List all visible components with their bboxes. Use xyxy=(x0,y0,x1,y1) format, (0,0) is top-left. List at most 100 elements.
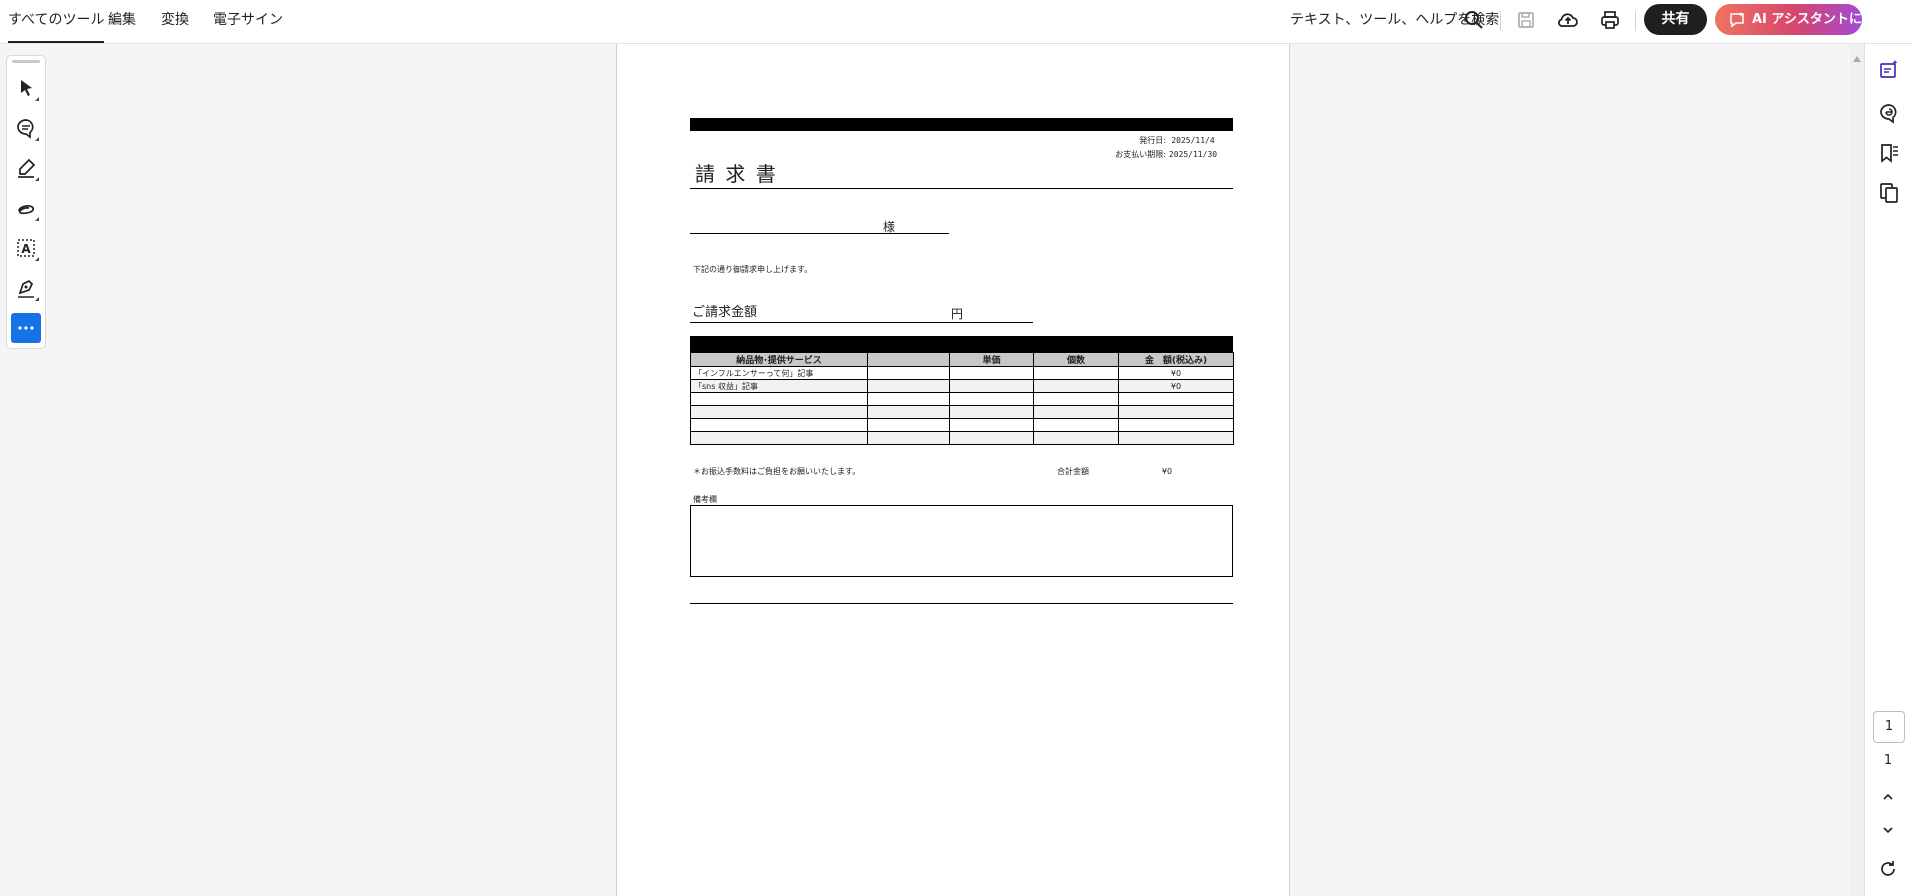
ai-summary-icon[interactable] xyxy=(1877,58,1901,82)
text-box-icon: A xyxy=(17,239,35,257)
issue-date-value: 2025/11/4 xyxy=(1171,136,1215,145)
more-tools-button[interactable] xyxy=(11,313,41,343)
table-cell xyxy=(1118,392,1234,406)
cloud-upload-icon[interactable] xyxy=(1556,8,1580,32)
column-header xyxy=(867,352,950,367)
pdf-page: 発行日: 2025/11/4 お支払い期限: 2025/11/30 請 求 書 … xyxy=(616,44,1290,896)
table-cell xyxy=(690,418,868,432)
bookmarks-icon[interactable] xyxy=(1877,141,1901,165)
intro-text: 下記の通り御請求申し上げます。 xyxy=(693,265,813,274)
table-row xyxy=(690,392,1234,406)
cursor-icon xyxy=(21,80,32,96)
table-cell: ¥0 xyxy=(1118,366,1234,380)
table-cell xyxy=(867,379,950,393)
table-cell xyxy=(867,431,950,445)
menu-convert[interactable]: 変換 xyxy=(161,0,189,43)
remarks-label: 備考欄 xyxy=(693,495,717,504)
table-cell xyxy=(1118,418,1234,432)
table-row xyxy=(690,431,1234,445)
menu-edit[interactable]: 編集 xyxy=(108,0,136,43)
svg-text:A: A xyxy=(21,242,31,256)
scroll-up-arrow-icon[interactable] xyxy=(1853,56,1861,62)
comment-tool-button[interactable] xyxy=(11,113,41,143)
ai-assistant-label: AI アシスタントに質問 xyxy=(1752,12,1888,27)
table-cell: 「インフルエンサーって何」記事 xyxy=(690,366,868,380)
table-cell xyxy=(1118,431,1234,445)
table-cell xyxy=(949,431,1034,445)
refresh-icon[interactable] xyxy=(1876,857,1900,881)
table-cell xyxy=(690,405,868,419)
comment-icon xyxy=(17,119,34,139)
table-cell xyxy=(1033,392,1119,406)
header-band xyxy=(690,118,1233,131)
table-header-band xyxy=(690,336,1233,352)
footer-rule xyxy=(690,603,1233,604)
fee-note: ＊お振込手数料はご負担をお願いいたします。 xyxy=(693,467,861,476)
more-icon xyxy=(18,326,34,330)
save-icon[interactable] xyxy=(1514,8,1538,32)
page-total: 1 xyxy=(1883,753,1893,768)
table-cell xyxy=(867,392,950,406)
highlight-tool-button[interactable] xyxy=(11,153,41,183)
text-select-tool-button[interactable]: A xyxy=(11,233,41,263)
table-cell xyxy=(949,379,1034,393)
remarks-box xyxy=(690,505,1233,577)
table-cell xyxy=(1033,405,1119,419)
amount-label: ご請求金額 xyxy=(692,305,758,320)
drag-handle[interactable] xyxy=(12,60,40,63)
due-date-value: 2025/11/30 xyxy=(1168,150,1218,159)
table-cell xyxy=(949,392,1034,406)
draw-tool-button[interactable] xyxy=(11,193,41,223)
ai-assistant-button[interactable]: AI アシスタントに質問 xyxy=(1715,4,1888,35)
top-toolbar: すべてのツール 編集 変換 電子サイン テキスト、ツール、ヘルプを検索 共有 A… xyxy=(0,0,1912,44)
table-cell xyxy=(690,392,868,406)
pen-sign-icon xyxy=(18,279,34,298)
search-icon[interactable] xyxy=(1462,8,1486,32)
table-cell xyxy=(1033,366,1119,380)
toolbar-divider xyxy=(1635,11,1636,31)
table-cell xyxy=(949,405,1034,419)
page-number-input[interactable]: 1 xyxy=(1873,711,1905,743)
table-row: 「インフルエンサーって何」記事 ¥0 xyxy=(690,366,1234,380)
invoice-table: 納品物･提供サービス 単価 個数 金 額(税込み) 「インフルエンサーって何」記… xyxy=(690,352,1234,445)
table-row xyxy=(690,405,1234,419)
table-header-row: 納品物･提供サービス 単価 個数 金 額(税込み) xyxy=(690,352,1234,367)
invoice-title: 請 求 書 xyxy=(695,162,778,186)
table-cell xyxy=(949,366,1034,380)
page-thumbnails-icon[interactable] xyxy=(1877,181,1901,205)
table-cell xyxy=(1033,431,1119,445)
freehand-icon xyxy=(18,205,35,215)
highlighter-icon xyxy=(18,158,36,178)
menu-e-sign[interactable]: 電子サイン xyxy=(213,0,283,43)
table-cell xyxy=(1033,418,1119,432)
yen-unit: 円 xyxy=(951,307,964,321)
column-header: 個数 xyxy=(1033,352,1119,367)
quick-tools-panel: A xyxy=(6,55,46,349)
table-row: 「sns 収益」記事 ¥0 xyxy=(690,379,1234,393)
comments-panel-icon[interactable] xyxy=(1877,101,1901,125)
toolbar-divider xyxy=(1500,11,1501,31)
table-cell xyxy=(949,418,1034,432)
customer-line xyxy=(690,233,949,234)
column-header: 単価 xyxy=(949,352,1034,367)
title-rule xyxy=(690,188,1233,189)
total-label: 合計金額 xyxy=(1057,467,1089,476)
menu-all-tools[interactable]: すべてのツール xyxy=(8,0,105,43)
column-header: 納品物･提供サービス xyxy=(690,352,868,367)
table-cell: 「sns 収益」記事 xyxy=(690,379,868,393)
table-cell xyxy=(690,431,868,445)
page-up-icon[interactable] xyxy=(1876,785,1900,809)
page-down-icon[interactable] xyxy=(1876,818,1900,842)
print-icon[interactable] xyxy=(1598,8,1622,32)
table-cell xyxy=(1118,405,1234,419)
vertical-scrollbar[interactable] xyxy=(1850,44,1864,896)
table-cell xyxy=(867,366,950,380)
table-cell: ¥0 xyxy=(1118,379,1234,393)
sign-tool-button[interactable] xyxy=(11,273,41,303)
ai-chat-icon xyxy=(1730,12,1744,28)
amount-line xyxy=(690,322,1033,323)
table-cell xyxy=(867,418,950,432)
share-button[interactable]: 共有 xyxy=(1644,4,1707,35)
select-tool-button[interactable] xyxy=(11,73,41,103)
column-header: 金 額(税込み) xyxy=(1118,352,1234,367)
